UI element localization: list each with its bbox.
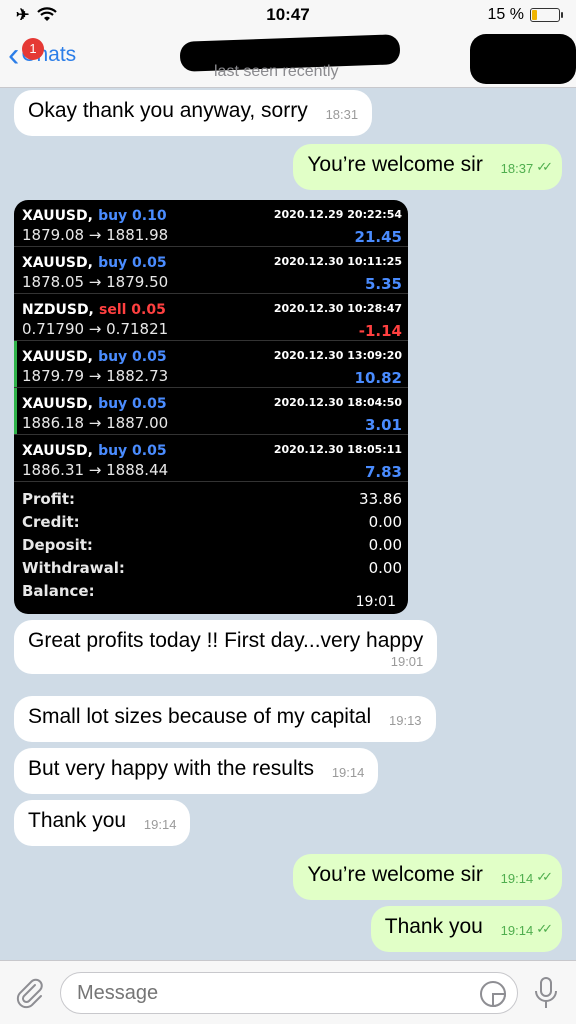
message-incoming[interactable]: Thank you 19:14 bbox=[14, 800, 191, 846]
message-text: Thank you bbox=[384, 915, 483, 938]
trade-symbol: XAUUSD, bbox=[22, 208, 93, 224]
trade-symbol: XAUUSD, bbox=[22, 255, 93, 271]
trade-row: NZDUSD, sell 0.05 2020.12.30 10:28:47 0.… bbox=[14, 294, 408, 341]
trade-profit: -1.14 bbox=[358, 322, 402, 340]
message-time: 18:31 bbox=[325, 107, 359, 122]
trade-action: sell 0.05 bbox=[98, 302, 166, 318]
message-text: Thank you bbox=[28, 809, 127, 832]
microphone-icon[interactable] bbox=[532, 975, 560, 1011]
message-outgoing[interactable]: You’re welcome sir 19:14 ✓✓ bbox=[293, 854, 562, 900]
trade-action: buy 0.10 bbox=[98, 208, 167, 224]
trade-history-image[interactable]: XAUUSD, buy 0.10 2020.12.29 20:22:54 187… bbox=[14, 200, 408, 614]
summary-value: 33.86 bbox=[359, 490, 402, 508]
message-time: 19:14 bbox=[500, 871, 534, 886]
last-seen-status: last seen recently bbox=[214, 63, 339, 80]
trade-prices: 1878.05 → 1879.50 bbox=[22, 273, 169, 291]
message-incoming[interactable]: But very happy with the results 19:14 bbox=[14, 748, 379, 794]
trade-prices: 1879.79 → 1882.73 bbox=[22, 367, 169, 385]
account-summary: Profit: 33.86 Credit: 0.00 Deposit: 0.00… bbox=[14, 482, 408, 603]
summary-row: Balance: bbox=[22, 580, 402, 603]
trade-action: buy 0.05 bbox=[98, 443, 167, 459]
trade-profit: 10.82 bbox=[354, 369, 402, 387]
trade-prices: 0.71790 → 0.71821 bbox=[22, 320, 169, 338]
trade-date: 2020.12.30 18:05:11 bbox=[273, 443, 402, 456]
chevron-left-icon: ‹ bbox=[8, 36, 20, 74]
message-text: Great profits today !! First day...very … bbox=[28, 629, 424, 652]
trade-prices: 1879.08 → 1881.98 bbox=[22, 226, 169, 244]
message-incoming[interactable]: Okay thank you anyway, sorry 18:31 bbox=[14, 90, 373, 136]
summary-label: Profit: bbox=[22, 490, 75, 508]
status-right: 15 % bbox=[487, 6, 563, 24]
battery-icon bbox=[530, 8, 563, 22]
redacted-avatar[interactable] bbox=[470, 34, 576, 84]
sticker-icon[interactable] bbox=[478, 979, 508, 1009]
message-text: But very happy with the results bbox=[28, 757, 314, 780]
composer-bar bbox=[0, 960, 576, 1024]
read-checkmarks-icon: ✓✓ bbox=[536, 869, 553, 884]
summary-row: Credit: 0.00 bbox=[22, 511, 402, 534]
message-text: You’re welcome sir bbox=[307, 153, 483, 176]
message-outgoing[interactable]: Thank you 19:14 ✓✓ bbox=[370, 906, 562, 952]
read-checkmarks-icon: ✓✓ bbox=[536, 921, 553, 936]
trade-row: XAUUSD, buy 0.10 2020.12.29 20:22:54 187… bbox=[14, 200, 408, 247]
trade-date: 2020.12.30 10:28:47 bbox=[273, 302, 402, 315]
trade-row: XAUUSD, buy 0.05 2020.12.30 18:05:11 188… bbox=[14, 435, 408, 482]
unread-badge: 1 bbox=[22, 38, 44, 60]
status-left: ✈ bbox=[16, 5, 58, 25]
airplane-icon: ✈ bbox=[16, 7, 30, 24]
trade-row: XAUUSD, buy 0.05 2020.12.30 10:11:25 187… bbox=[14, 247, 408, 294]
trade-symbol: XAUUSD, bbox=[22, 349, 93, 365]
message-time: 19:01 bbox=[390, 654, 424, 669]
message-text: Small lot sizes because of my capital bbox=[28, 705, 372, 728]
read-checkmarks-icon: ✓✓ bbox=[536, 159, 553, 174]
trade-symbol: XAUUSD, bbox=[22, 443, 93, 459]
trade-profit: 3.01 bbox=[364, 416, 402, 434]
message-time: 19:14 bbox=[331, 765, 365, 780]
trade-action: buy 0.05 bbox=[98, 349, 167, 365]
message-time: 19:14 bbox=[143, 817, 177, 832]
message-incoming[interactable]: Great profits today !! First day...very … bbox=[14, 620, 438, 674]
trade-profit: 21.45 bbox=[354, 228, 402, 246]
summary-label: Balance: bbox=[22, 582, 95, 600]
trade-row: XAUUSD, buy 0.05 2020.12.30 13:09:20 187… bbox=[14, 341, 408, 388]
trade-action: buy 0.05 bbox=[98, 396, 167, 412]
message-incoming[interactable]: Small lot sizes because of my capital 19… bbox=[14, 696, 436, 742]
trade-symbol: NZDUSD, bbox=[22, 302, 94, 318]
message-text: Okay thank you anyway, sorry bbox=[28, 99, 308, 122]
trade-date: 2020.12.30 10:11:25 bbox=[273, 255, 402, 268]
trade-action: buy 0.05 bbox=[98, 255, 167, 271]
trade-profit: 7.83 bbox=[364, 463, 402, 481]
summary-label: Deposit: bbox=[22, 536, 93, 554]
trade-prices: 1886.18 → 1887.00 bbox=[22, 414, 169, 432]
summary-row: Withdrawal: 0.00 bbox=[22, 557, 402, 580]
summary-row: Deposit: 0.00 bbox=[22, 534, 402, 557]
message-time: 18:37 bbox=[500, 161, 534, 176]
trade-symbol: XAUUSD, bbox=[22, 396, 93, 412]
summary-value: 0.00 bbox=[368, 513, 402, 531]
chat-header: ‹ 1 Chats last seen recently bbox=[0, 30, 576, 88]
status-bar: ✈ 10:47 15 % bbox=[0, 0, 576, 30]
trade-prices: 1886.31 → 1888.44 bbox=[22, 461, 169, 479]
summary-label: Credit: bbox=[22, 513, 80, 531]
message-time: 19:14 bbox=[500, 923, 534, 938]
trade-date: 2020.12.30 13:09:20 bbox=[273, 349, 402, 362]
trade-date: 2020.12.30 18:04:50 bbox=[273, 396, 402, 409]
message-outgoing[interactable]: You’re welcome sir 18:37 ✓✓ bbox=[293, 144, 562, 190]
back-button[interactable]: ‹ 1 Chats bbox=[8, 36, 76, 74]
paperclip-icon[interactable] bbox=[14, 977, 46, 1009]
summary-value: 0.00 bbox=[368, 536, 402, 554]
trade-date: 2020.12.29 20:22:54 bbox=[273, 208, 402, 221]
wifi-icon bbox=[37, 7, 58, 21]
message-input[interactable] bbox=[60, 972, 518, 1014]
trade-row: XAUUSD, buy 0.05 2020.12.30 18:04:50 188… bbox=[14, 388, 408, 435]
summary-row: Profit: 33.86 bbox=[22, 488, 402, 511]
message-list[interactable]: Okay thank you anyway, sorry 18:31 You’r… bbox=[0, 88, 576, 960]
summary-value: 0.00 bbox=[368, 559, 402, 577]
message-text: You’re welcome sir bbox=[307, 863, 483, 886]
message-time: 19:13 bbox=[389, 713, 422, 728]
trade-profit: 5.35 bbox=[364, 275, 402, 293]
summary-label: Withdrawal: bbox=[22, 559, 125, 577]
image-time: 19:01 bbox=[355, 594, 396, 610]
battery-percent: 15 % bbox=[487, 6, 524, 23]
